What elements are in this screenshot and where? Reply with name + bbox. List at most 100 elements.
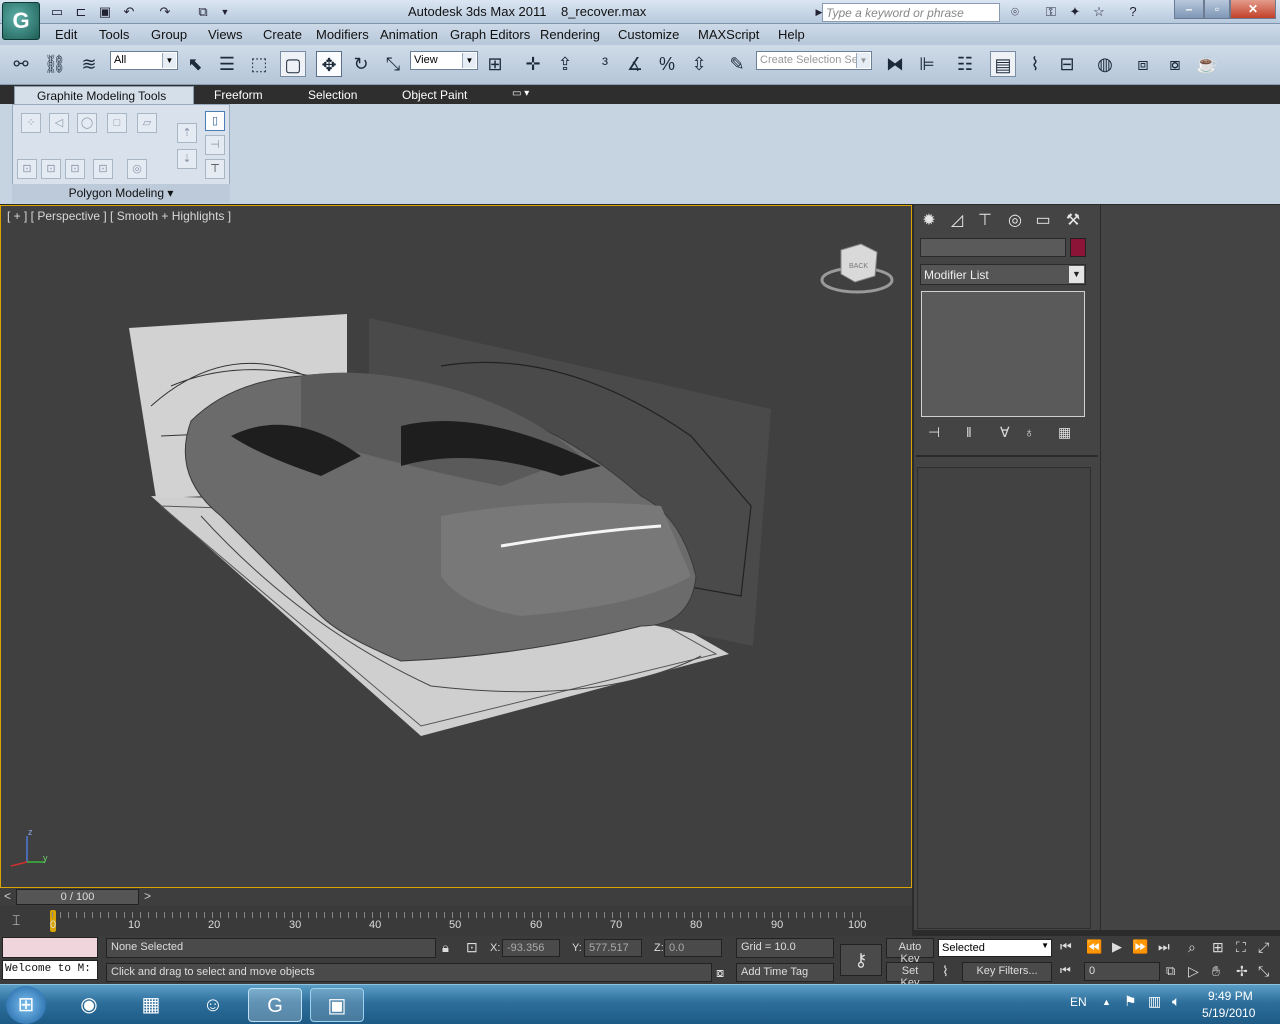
field-of-view-icon[interactable]: ▷ xyxy=(1188,963,1199,980)
menu-animation[interactable]: Animation xyxy=(380,27,438,42)
unlink-icon[interactable]: ⛓ xyxy=(42,51,68,77)
go-to-end-icon[interactable]: ⏭ xyxy=(1158,939,1170,955)
bind-space-warp-icon[interactable]: ≋ xyxy=(76,51,102,77)
menu-customize[interactable]: Customize xyxy=(618,27,679,42)
edit-named-selection-icon[interactable]: ✎ xyxy=(724,51,750,77)
display-tab-icon[interactable]: ▭ xyxy=(1030,209,1056,233)
show-end-result-icon[interactable]: ▯ xyxy=(205,111,225,131)
render-setup-icon[interactable]: ⧈ xyxy=(1130,51,1156,77)
time-tag-icon[interactable]: ⧇ xyxy=(716,965,724,981)
time-slider[interactable]: < 0 / 100 > xyxy=(0,888,912,906)
absolute-mode-transform-icon[interactable]: ⊡ xyxy=(466,939,478,956)
play-icon[interactable]: ▶ xyxy=(1112,939,1122,955)
start-button[interactable]: ⊞ xyxy=(6,986,46,1024)
maxscript-listener-pink[interactable] xyxy=(2,937,98,958)
rendered-frame-window-icon[interactable]: ⧇ xyxy=(1162,51,1188,77)
zoom-icon[interactable]: ⌕ xyxy=(1188,939,1196,956)
favorites-star-icon[interactable]: ☆ xyxy=(1090,3,1108,21)
select-and-rotate-icon[interactable]: ↻ xyxy=(348,51,374,77)
pin-stack-icon[interactable]: ⊣ xyxy=(205,135,225,155)
configure-modifier-sets-icon[interactable]: ▦ xyxy=(1058,424,1071,441)
menu-maxscript[interactable]: MAXScript xyxy=(698,27,759,42)
manipulate-icon[interactable]: ✛ xyxy=(520,51,546,77)
menu-group[interactable]: Group xyxy=(151,27,187,42)
menu-tools[interactable]: Tools xyxy=(99,27,129,42)
3dsmax-taskbar-icon[interactable]: G xyxy=(248,988,302,1022)
percent-snap-icon[interactable]: % xyxy=(654,51,680,77)
tab-graphite-modeling-tools[interactable]: Graphite Modeling Tools xyxy=(14,86,194,105)
zoom-all-icon[interactable]: ⊞ xyxy=(1212,939,1224,956)
modify-mode-up-icon[interactable]: ⇡ xyxy=(177,123,197,143)
search-input[interactable]: Type a keyword or phrase xyxy=(822,3,1000,22)
language-indicator[interactable]: EN xyxy=(1070,995,1087,1009)
align-icon[interactable]: ⊫ xyxy=(914,51,940,77)
motion-tab-icon[interactable]: ◎ xyxy=(1002,209,1028,233)
save-file-icon[interactable]: ▣ xyxy=(96,3,114,21)
binoculars-icon[interactable]: ⌾ xyxy=(1006,3,1024,21)
key-mode-dropdown[interactable]: Selected ▼ xyxy=(938,939,1052,957)
generate-topology-icon[interactable]: ◎ xyxy=(127,159,147,179)
ribbon-options-icon[interactable]: ▭ ▾ xyxy=(512,88,529,99)
time-configuration-icon[interactable]: ⧉ xyxy=(1166,963,1175,979)
select-object-icon[interactable]: ⬉ xyxy=(182,51,208,77)
spinner-snap-icon[interactable]: ⇳ xyxy=(686,51,712,77)
keyboard-shortcut-override-icon[interactable]: ⇪ xyxy=(552,51,578,77)
create-tab-icon[interactable]: ✹ xyxy=(916,209,942,233)
select-and-link-icon[interactable]: ⚯ xyxy=(8,51,34,77)
track-bar[interactable]: ⌶ 0 10 20 30 40 50 60 70 80 90 100 xyxy=(0,906,912,936)
polygon-modeling-label[interactable]: Polygon Modeling ▾ xyxy=(12,184,230,203)
next-frame-arrow-icon[interactable]: > xyxy=(144,889,151,903)
modifier-stack[interactable] xyxy=(921,291,1085,417)
collapse-stack-icon[interactable]: ⊤ xyxy=(205,159,225,179)
menu-create[interactable]: Create xyxy=(263,27,302,42)
selection-filter-dropdown[interactable]: All ▼ xyxy=(110,51,178,70)
select-and-scale-icon[interactable]: ⤡ xyxy=(380,51,406,77)
repeat-last-icon[interactable]: ⊡ xyxy=(41,159,61,179)
time-slider-thumb[interactable]: 0 / 100 xyxy=(16,889,139,905)
clock-time[interactable]: 9:49 PM xyxy=(1208,989,1253,1003)
maximize-viewport-icon[interactable]: ⤡ xyxy=(1258,963,1269,980)
tab-freeform[interactable]: Freeform xyxy=(214,88,263,102)
action-center-icon[interactable]: ⚑ xyxy=(1124,993,1137,1010)
schematic-view-icon[interactable]: ⊟ xyxy=(1054,51,1080,77)
firefox-icon[interactable]: ◉ xyxy=(62,988,116,1022)
make-unique-icon[interactable]: ∀ xyxy=(1000,424,1010,441)
prev-frame-arrow-icon[interactable]: < xyxy=(4,889,11,903)
menu-graph-editors[interactable]: Graph Editors xyxy=(450,27,530,42)
application-button[interactable]: G xyxy=(2,2,40,40)
reference-coordinate-dropdown[interactable]: View ▼ xyxy=(410,51,478,70)
render-production-icon[interactable]: ☕ xyxy=(1194,51,1220,77)
project-folder-icon[interactable]: ⧉ xyxy=(194,3,212,21)
object-name-field[interactable] xyxy=(920,238,1066,257)
undo-icon[interactable]: ↶ xyxy=(120,3,138,21)
angle-snap-icon[interactable]: ∡ xyxy=(622,51,648,77)
polygon-icon[interactable]: □ xyxy=(107,113,127,133)
communication-center-icon[interactable]: ✦ xyxy=(1066,3,1084,21)
messenger-icon[interactable]: ☺ xyxy=(186,988,240,1022)
quickslice-icon[interactable]: ⊡ xyxy=(65,159,85,179)
minimize-button[interactable]: – xyxy=(1174,0,1204,19)
network-icon[interactable]: ▥ xyxy=(1148,993,1161,1010)
zoom-extents-all-icon[interactable]: ⤢ xyxy=(1258,939,1269,956)
mirror-icon[interactable]: ⧓ xyxy=(882,51,908,77)
auto-key-button[interactable]: Auto Key xyxy=(886,938,934,965)
viewcube[interactable]: BACK xyxy=(819,240,895,296)
key-filters-button[interactable]: Key Filters... xyxy=(962,962,1052,982)
subscription-icon[interactable]: ⚿ xyxy=(1042,3,1060,21)
border-icon[interactable]: ◯ xyxy=(77,113,97,133)
modify-tab-icon[interactable]: ◿ xyxy=(944,209,970,233)
modifier-list-dropdown[interactable]: Modifier List ▼ xyxy=(920,264,1086,285)
maxscript-mini-listener[interactable]: Welcome to M: xyxy=(2,960,98,980)
rectangular-selection-icon[interactable]: ⬚ xyxy=(246,51,272,77)
set-key-button[interactable]: Set Key xyxy=(886,962,934,989)
redo-icon[interactable]: ↷ xyxy=(156,3,174,21)
explorer-icon[interactable]: ▦ xyxy=(124,988,178,1022)
tab-selection[interactable]: Selection xyxy=(308,88,357,102)
menu-modifiers[interactable]: Modifiers xyxy=(316,27,369,42)
vertex-icon[interactable]: ⁘ xyxy=(21,113,41,133)
snaps-toggle-icon[interactable]: ³ xyxy=(592,51,618,77)
go-to-start-icon[interactable]: ⏮ xyxy=(1060,939,1072,955)
pivot-center-icon[interactable]: ⊞ xyxy=(482,51,508,77)
key-mode-toggle-icon[interactable]: ⏮ xyxy=(1060,963,1071,978)
modify-mode-down-icon[interactable]: ⇣ xyxy=(177,149,197,169)
